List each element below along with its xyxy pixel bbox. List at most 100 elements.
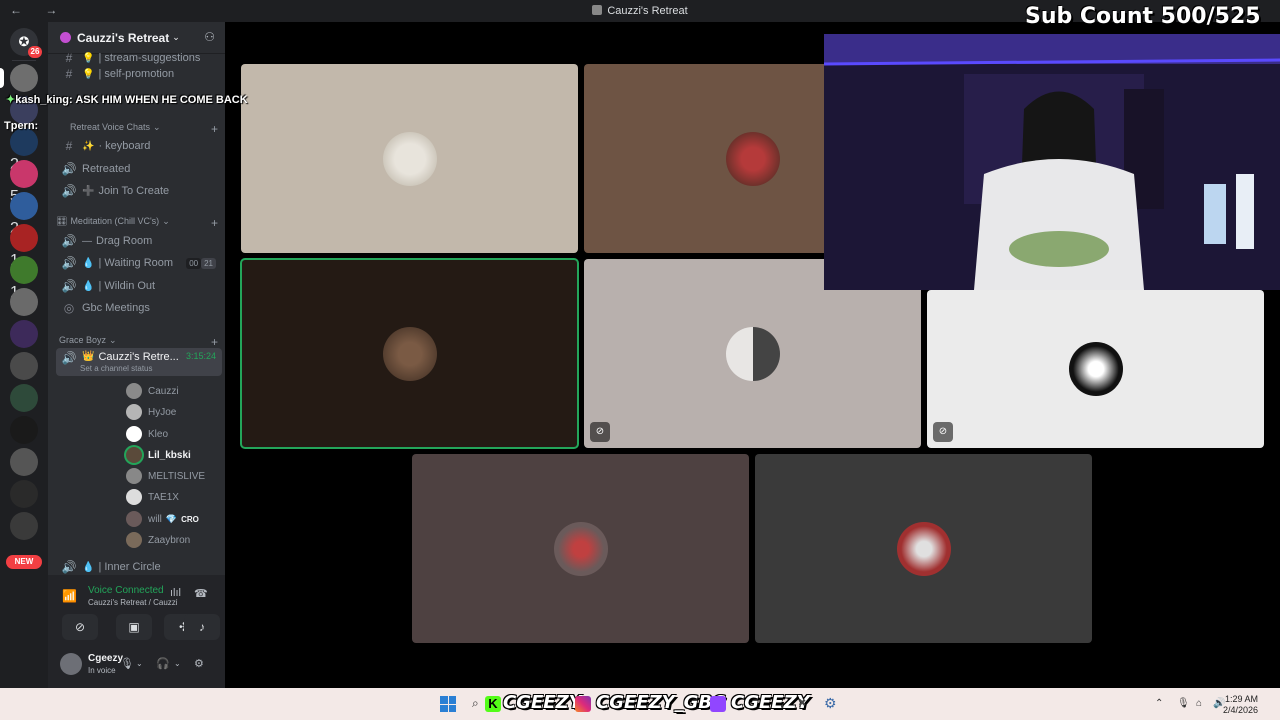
disconnect-icon[interactable]: ☎: [194, 587, 208, 600]
voice-status[interactable]: Voice Connected: [88, 585, 164, 596]
video-tile[interactable]: [412, 454, 749, 643]
server-icon: [592, 5, 603, 15]
avatar: [126, 404, 142, 420]
video-tile[interactable]: [241, 64, 578, 253]
add-channel-icon[interactable]: +: [211, 335, 218, 349]
system-clock[interactable]: 1:29 AM 2/4/2026: [1223, 694, 1258, 716]
server-icon-14[interactable]: [10, 480, 38, 508]
server-icon-9[interactable]: [10, 320, 38, 348]
category-emoji: 🎛: [56, 216, 68, 226]
channel-cauzzis-retreat-active[interactable]: 🔊 👑 Cauzzi's Retre... 3:15:24 Set a channel …: [56, 348, 222, 376]
user-count-tag: 00: [186, 257, 202, 269]
voice-user-name: TAE1X: [148, 491, 179, 503]
participant-avatar: [553, 521, 608, 576]
server-icon-1[interactable]: [10, 64, 38, 92]
voice-user-name: Lil_kbski: [148, 449, 191, 461]
video-tile-speaking[interactable]: [240, 258, 579, 449]
server-icon-15[interactable]: [10, 512, 38, 540]
channel-retreated[interactable]: 🔊 Retreated: [56, 159, 222, 179]
search-icon[interactable]: ⌕: [472, 696, 479, 711]
server-icon-7[interactable]: 1: [10, 256, 38, 301]
app-icon[interactable]: ✖: [798, 698, 806, 709]
avatar: [126, 489, 142, 505]
server-icon-11[interactable]: [10, 384, 38, 412]
channel-drag-room[interactable]: 🔊 — Drag Room: [56, 231, 222, 251]
server-icon-6[interactable]: 1: [10, 224, 38, 269]
plus-icon: ➕: [82, 185, 95, 197]
guild-header[interactable]: Cauzzi's Retreat ⌄ ⚇: [48, 22, 225, 54]
chevron-down-icon[interactable]: ⌄: [174, 659, 181, 668]
speaker-icon: 🔊: [61, 234, 77, 248]
signal-icon[interactable]: 📶: [62, 589, 77, 603]
channel-wildin-out[interactable]: 🔊 💧 | Wildin Out: [56, 276, 222, 296]
server-icon-5[interactable]: 2: [10, 192, 38, 237]
soundboard-button[interactable]: ♪: [184, 614, 220, 640]
user-avatar[interactable]: [60, 653, 82, 675]
category-retreat-voice[interactable]: Retreat Voice Chats ⌄ +: [56, 122, 218, 136]
server-icon-8[interactable]: [10, 288, 38, 316]
channel-gbc-meetings[interactable]: ◎ Gbc Meetings: [56, 298, 222, 318]
taskbar: ⌕ K CGEEZY CGEEZY_GBC CGEEZY ✖ ⚙ ⌃ 🎙 ⌂ 🔊…: [0, 688, 1280, 720]
hash-icon: #: [65, 139, 73, 153]
channel-stream-suggestions[interactable]: # 💡 | stream-suggestions: [56, 52, 222, 64]
settings-gear-icon[interactable]: ⚙: [824, 695, 837, 712]
speaker-icon: 🔊: [61, 162, 77, 176]
category-grace-boyz[interactable]: Grace Boyz ⌄ +: [56, 335, 218, 349]
rail-divider: [12, 60, 36, 61]
speaker-icon: 🔊: [61, 560, 77, 574]
headphones-icon[interactable]: 🎧: [156, 657, 170, 670]
discord-home-button[interactable]: ✪ 26: [10, 28, 42, 58]
new-badge[interactable]: NEW: [6, 555, 42, 569]
network-icon[interactable]: ⌂: [1196, 698, 1202, 709]
avatar: [126, 532, 142, 548]
voice-user-name: MELTISLIVE: [148, 470, 206, 482]
clock-time: 1:29 AM: [1224, 694, 1258, 704]
add-member-icon[interactable]: ⚇: [204, 30, 215, 44]
chevron-down-icon[interactable]: ⌄: [136, 659, 143, 668]
add-channel-icon[interactable]: +: [211, 216, 218, 230]
channel-keyboard[interactable]: # ✨ · keyboard: [56, 136, 222, 156]
camera-off-button[interactable]: ⊘: [62, 614, 98, 640]
crown-emoji: 👑: [82, 351, 95, 362]
channel-waiting-room[interactable]: 🔊 💧 | Waiting Room 00 21: [56, 253, 222, 273]
user-panel: Cgeezy In voice 🎙 ⌄ 🎧 ⌄ ⚙: [48, 644, 225, 688]
channel-emoji: ✨: [82, 140, 95, 152]
category-meditation[interactable]: 🎛 Meditation (Chill VC's) ⌄ +: [56, 216, 218, 230]
instagram-icon[interactable]: [575, 696, 591, 712]
kick-icon[interactable]: K: [485, 696, 501, 712]
server-icon-10[interactable]: [10, 352, 38, 380]
server-icon-4[interactable]: 5: [10, 160, 38, 205]
settings-gear-icon[interactable]: ⚙: [194, 657, 204, 670]
server-icon-3[interactable]: 2: [10, 128, 38, 173]
hash-icon: #: [65, 52, 73, 64]
channel-status[interactable]: Set a channel status: [80, 364, 153, 373]
server-icon-12[interactable]: [10, 416, 38, 444]
server-tag: CRO: [181, 514, 199, 524]
participant-avatar: [1068, 342, 1123, 396]
chat-message: ASK HIM WHEN HE COME BACK: [75, 94, 248, 106]
video-tile[interactable]: [755, 454, 1092, 643]
stage-icon: ◎: [63, 301, 75, 315]
mic-icon[interactable]: 🎙: [1177, 698, 1190, 709]
channel-inner-circle[interactable]: 🔊 💧 | Inner Circle: [56, 557, 222, 577]
channel-self-promotion[interactable]: # 💡 | self-promotion: [56, 64, 222, 84]
video-tile[interactable]: ⊘: [927, 290, 1264, 448]
participant-avatar: [725, 131, 780, 186]
twitch-icon[interactable]: [710, 696, 726, 712]
speaker-icon: 🔊: [61, 279, 77, 293]
add-channel-icon[interactable]: +: [211, 122, 218, 136]
mic-icon[interactable]: 🎙: [120, 657, 134, 670]
social-kick-handle: CGEEZY: [503, 692, 582, 713]
category-label: Meditation (Chill VC's): [70, 216, 160, 226]
voice-channel-path[interactable]: Cauzzi's Retreat / Cauzzi's R...: [88, 598, 178, 607]
windows-start-icon[interactable]: [440, 696, 456, 712]
channel-label: | Waiting Room: [98, 257, 174, 269]
screenshare-button[interactable]: ▣: [116, 614, 152, 640]
channel-join-to-create[interactable]: 🔊 ➕ Join To Create: [56, 181, 222, 201]
user-name[interactable]: Cgeezy: [88, 653, 123, 664]
noise-suppression-icon[interactable]: ılıl: [170, 587, 181, 599]
avatar: [126, 383, 142, 399]
server-icon-13[interactable]: [10, 448, 38, 476]
chevron-up-icon[interactable]: ⌃: [1155, 698, 1163, 709]
category-label: Grace Boyz: [59, 335, 107, 345]
